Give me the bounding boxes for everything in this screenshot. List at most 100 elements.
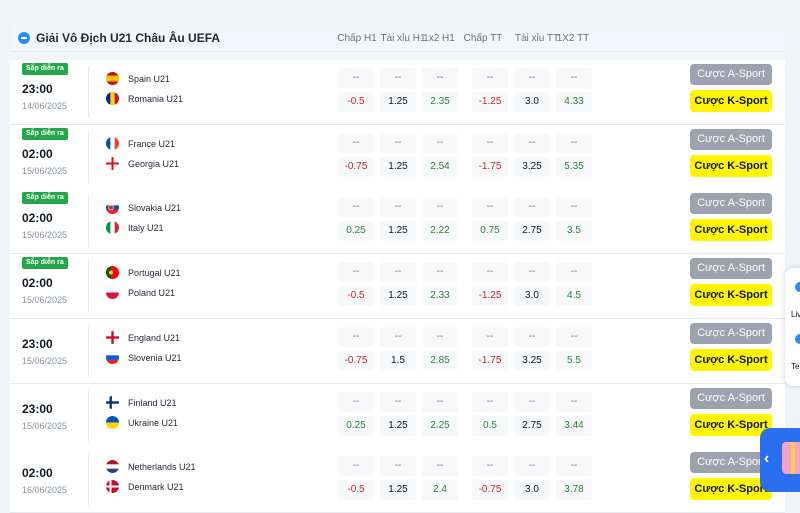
odds-cell-1x2-ft[interactable]: -- xyxy=(556,391,592,412)
odds-cell-1x2-ft[interactable]: 4.33 xyxy=(556,92,592,112)
odds-cell-handicap-ft[interactable]: -- xyxy=(472,326,508,347)
odds-cell-ou-h1[interactable]: -- xyxy=(380,326,416,347)
odds-cell-ou-ft[interactable]: -- xyxy=(514,197,550,218)
odds-cell-handicap-ft[interactable]: -1.75 xyxy=(472,350,508,371)
odds-cell-1x2-ft[interactable]: 3.5 xyxy=(556,221,592,242)
match-row[interactable]: 23:00 15/06/2025 Finland U21 Ukraine U21 -- 0… xyxy=(10,383,785,449)
odds-cell-1x2-h1[interactable]: 2.22 xyxy=(422,221,458,242)
promo-widget[interactable]: ‹ xyxy=(760,428,800,492)
odds-cell-handicap-h1[interactable]: -- xyxy=(338,262,374,283)
away-team[interactable]: Georgia U21 xyxy=(128,159,179,169)
odds-cell-1x2-ft[interactable]: 5.35 xyxy=(556,156,592,177)
odds-cell-1x2-h1[interactable]: -- xyxy=(422,68,458,88)
odds-cell-1x2-ft[interactable]: 5.5 xyxy=(556,350,592,371)
odds-cell-1x2-h1[interactable]: -- xyxy=(422,197,458,218)
home-team[interactable]: Slovakia U21 xyxy=(128,203,181,213)
odds-cell-handicap-ft[interactable]: -- xyxy=(472,68,508,88)
odds-cell-ou-h1[interactable]: 1.25 xyxy=(380,415,416,436)
odds-cell-ou-ft[interactable]: 3.0 xyxy=(514,92,550,112)
away-team[interactable]: Slovenia U21 xyxy=(128,353,182,363)
odds-cell-ou-h1[interactable]: 1.25 xyxy=(380,480,416,501)
odds-cell-ou-h1[interactable]: -- xyxy=(380,391,416,412)
home-team[interactable]: Netherlands U21 xyxy=(128,462,196,472)
odds-cell-ou-h1[interactable]: -- xyxy=(380,262,416,283)
odds-cell-1x2-ft[interactable]: -- xyxy=(556,456,592,477)
match-row[interactable]: 02:00 16/06/2025 Netherlands U21 Denmark U2… xyxy=(10,448,785,513)
bet-a-sport-button[interactable]: Cược A-Sport xyxy=(690,193,772,215)
bet-k-sport-button[interactable]: Cược K-Sport xyxy=(690,413,772,436)
odds-cell-handicap-h1[interactable]: -0.5 xyxy=(338,92,374,112)
away-team[interactable]: Poland U21 xyxy=(128,288,175,298)
odds-cell-1x2-ft[interactable]: 3.44 xyxy=(556,415,592,436)
odds-cell-handicap-h1[interactable]: -- xyxy=(338,132,374,153)
odds-cell-ou-ft[interactable]: -- xyxy=(514,456,550,477)
odds-cell-ou-ft[interactable]: 2.75 xyxy=(514,415,550,436)
odds-cell-1x2-h1[interactable]: 2.33 xyxy=(422,286,458,307)
odds-cell-ou-ft[interactable]: 3.0 xyxy=(514,480,550,501)
odds-cell-1x2-h1[interactable]: -- xyxy=(422,456,458,477)
odds-cell-1x2-h1[interactable]: -- xyxy=(422,132,458,153)
odds-cell-ou-ft[interactable]: -- xyxy=(514,262,550,283)
odds-cell-handicap-h1[interactable]: -- xyxy=(338,197,374,218)
bet-k-sport-button[interactable]: Cược K-Sport xyxy=(690,284,772,307)
odds-cell-1x2-h1[interactable]: -- xyxy=(422,262,458,283)
odds-cell-1x2-h1[interactable]: 2.35 xyxy=(422,92,458,112)
side-item-telegram[interactable]: Tel xyxy=(791,362,800,371)
odds-cell-handicap-h1[interactable]: -0.5 xyxy=(338,480,374,501)
odds-cell-1x2-h1[interactable]: 2.4 xyxy=(422,480,458,501)
away-team[interactable]: Italy U21 xyxy=(128,223,164,233)
match-row[interactable]: Sắp diễn ra 02:00 15/06/2025 Slovakia U21 It… xyxy=(10,189,785,255)
match-row[interactable]: Sắp diễn ra 23:00 14/06/2025 Spain U21 Roman… xyxy=(10,60,785,125)
chevron-left-icon[interactable]: ‹ xyxy=(764,450,769,468)
odds-cell-handicap-h1[interactable]: -- xyxy=(338,68,374,88)
odds-cell-handicap-ft[interactable]: -1.25 xyxy=(472,286,508,307)
odds-cell-handicap-ft[interactable]: -1.25 xyxy=(472,92,508,112)
league-header[interactable]: Giải Vô Địch U21 Châu Âu UEFA Chấp H1 Tà… xyxy=(10,25,785,52)
odds-cell-handicap-h1[interactable]: 0.25 xyxy=(338,221,374,242)
bet-a-sport-button[interactable]: Cược A-Sport xyxy=(690,258,772,280)
odds-cell-handicap-h1[interactable]: -0.75 xyxy=(338,350,374,371)
odds-cell-ou-ft[interactable]: 2.75 xyxy=(514,221,550,242)
odds-cell-ou-h1[interactable]: -- xyxy=(380,132,416,153)
bet-a-sport-button[interactable]: Cược A-Sport xyxy=(690,387,772,409)
side-item-live[interactable]: Liv xyxy=(791,310,800,319)
odds-cell-handicap-ft[interactable]: 0.75 xyxy=(472,221,508,242)
odds-cell-1x2-h1[interactable]: 2.85 xyxy=(422,350,458,371)
match-row[interactable]: 23:00 15/06/2025 England U21 Slovenia U21 --… xyxy=(10,318,785,384)
odds-cell-handicap-h1[interactable]: -0.75 xyxy=(338,156,374,177)
home-team[interactable]: France U21 xyxy=(128,139,175,149)
odds-cell-ou-h1[interactable]: 1.25 xyxy=(380,221,416,242)
odds-cell-ou-h1[interactable]: -- xyxy=(380,197,416,218)
odds-cell-1x2-ft[interactable]: 3.78 xyxy=(556,480,592,501)
odds-cell-handicap-ft[interactable]: -- xyxy=(472,391,508,412)
odds-cell-1x2-ft[interactable]: -- xyxy=(556,132,592,153)
odds-cell-handicap-h1[interactable]: -- xyxy=(338,456,374,477)
odds-cell-handicap-h1[interactable]: -0.5 xyxy=(338,286,374,307)
odds-cell-ou-h1[interactable]: 1.5 xyxy=(380,350,416,371)
odds-cell-handicap-h1[interactable]: -- xyxy=(338,391,374,412)
odds-cell-handicap-ft[interactable]: -0.75 xyxy=(472,480,508,501)
away-team[interactable]: Denmark U21 xyxy=(128,482,184,492)
odds-cell-handicap-ft[interactable]: -- xyxy=(472,197,508,218)
odds-cell-handicap-h1[interactable]: 0.25 xyxy=(338,415,374,436)
odds-cell-1x2-ft[interactable]: -- xyxy=(556,326,592,347)
bet-k-sport-button[interactable]: Cược K-Sport xyxy=(690,219,772,242)
bet-a-sport-button[interactable]: Cược A-Sport xyxy=(690,322,772,344)
odds-cell-ou-ft[interactable]: -- xyxy=(514,391,550,412)
odds-cell-handicap-ft[interactable]: -- xyxy=(472,456,508,477)
match-row[interactable]: Sắp diễn ra 02:00 15/06/2025 France U21 Geor… xyxy=(10,124,785,190)
odds-cell-ou-ft[interactable]: 3.25 xyxy=(514,156,550,177)
odds-cell-handicap-h1[interactable]: -- xyxy=(338,326,374,347)
bet-k-sport-button[interactable]: Cược K-Sport xyxy=(690,348,772,371)
home-team[interactable]: Finland U21 xyxy=(128,398,177,408)
odds-cell-ou-h1[interactable]: 1.25 xyxy=(380,156,416,177)
odds-cell-1x2-h1[interactable]: 2.25 xyxy=(422,415,458,436)
bet-a-sport-button[interactable]: Cược A-Sport xyxy=(690,128,772,150)
odds-cell-1x2-ft[interactable]: -- xyxy=(556,197,592,218)
home-team[interactable]: Portugal U21 xyxy=(128,268,181,278)
odds-cell-1x2-h1[interactable]: 2.54 xyxy=(422,156,458,177)
odds-cell-ou-h1[interactable]: 1.25 xyxy=(380,92,416,112)
odds-cell-ou-ft[interactable]: 3.25 xyxy=(514,350,550,371)
odds-cell-ou-ft[interactable]: -- xyxy=(514,326,550,347)
odds-cell-ou-ft[interactable]: -- xyxy=(514,68,550,88)
